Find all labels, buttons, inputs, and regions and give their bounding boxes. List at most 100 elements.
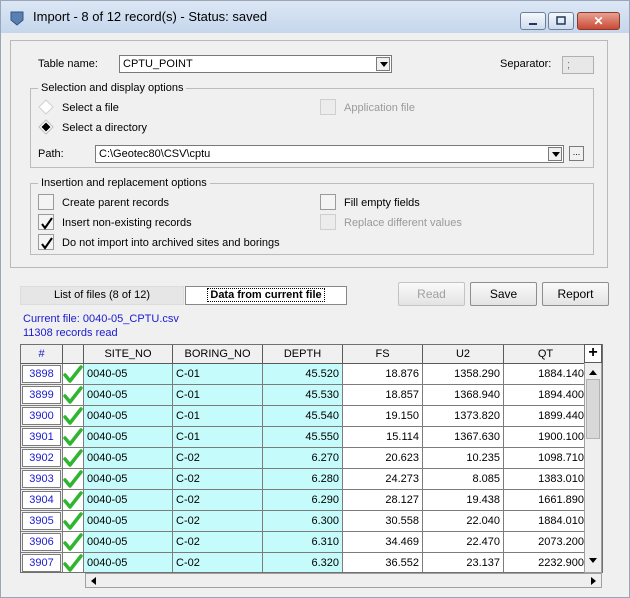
column-header-qt[interactable]: QT [504, 345, 588, 364]
cell-site[interactable]: 0040-05 [84, 469, 173, 490]
row-id-button[interactable]: 3898 [22, 365, 61, 383]
cell-depth[interactable]: 45.520 [263, 364, 343, 385]
column-header-depth[interactable]: DEPTH [263, 345, 343, 364]
cell-boring[interactable]: C-01 [173, 406, 263, 427]
cell-qt[interactable]: 1894.400 [504, 385, 588, 406]
grid-vertical-scrollbar[interactable] [584, 344, 602, 573]
cell-boring[interactable]: C-02 [173, 532, 263, 553]
cell-fs[interactable]: 19.150 [343, 406, 423, 427]
minimize-button[interactable] [520, 12, 546, 30]
cell-u2[interactable]: 8.085 [423, 469, 504, 490]
table-name-combo[interactable]: CPTU_POINT [119, 55, 392, 73]
select-file-radio[interactable] [38, 99, 54, 115]
path-dropdown-button[interactable] [548, 147, 562, 161]
row-id-cell[interactable]: 3906 [21, 532, 63, 553]
maximize-button[interactable] [548, 12, 574, 30]
cell-fs[interactable]: 30.558 [343, 511, 423, 532]
cell-boring[interactable]: C-01 [173, 364, 263, 385]
column-header-u2[interactable]: U2 [423, 345, 504, 364]
table-row[interactable]: 3905 0040-05 C-02 6.300 30.558 22.040 1884.010 [21, 511, 588, 532]
cell-depth[interactable]: 45.550 [263, 427, 343, 448]
scroll-right-icon[interactable] [590, 576, 598, 586]
cell-fs[interactable]: 15.114 [343, 427, 423, 448]
replace-different-checkbox[interactable] [320, 214, 336, 230]
read-button[interactable]: Read [398, 282, 465, 306]
table-row[interactable]: 3906 0040-05 C-02 6.310 34.469 22.470 2073.200 [21, 532, 588, 553]
row-id-button[interactable]: 3903 [22, 470, 61, 488]
cell-depth[interactable]: 6.310 [263, 532, 343, 553]
cell-fs[interactable]: 28.127 [343, 490, 423, 511]
cell-qt[interactable]: 1899.440 [504, 406, 588, 427]
cell-qt[interactable]: 1661.890 [504, 490, 588, 511]
column-header-site-no[interactable]: SITE_NO [84, 345, 173, 364]
vertical-scroll-thumb[interactable] [586, 379, 600, 439]
cell-fs[interactable]: 36.552 [343, 553, 423, 572]
cell-depth[interactable]: 6.270 [263, 448, 343, 469]
cell-boring[interactable]: C-02 [173, 490, 263, 511]
scroll-down-icon[interactable] [588, 557, 598, 565]
table-row[interactable]: 3899 0040-05 C-01 45.530 18.857 1368.940 1894.… [21, 385, 588, 406]
cell-depth[interactable]: 45.530 [263, 385, 343, 406]
cell-site[interactable]: 0040-05 [84, 385, 173, 406]
row-id-cell[interactable]: 3900 [21, 406, 63, 427]
row-id-cell[interactable]: 3899 [21, 385, 63, 406]
cell-boring[interactable]: C-01 [173, 385, 263, 406]
fill-empty-checkbox[interactable] [320, 194, 336, 210]
save-button[interactable]: Save [470, 282, 537, 306]
cell-u2[interactable]: 10.235 [423, 448, 504, 469]
cell-qt[interactable]: 2073.200 [504, 532, 588, 553]
row-id-cell[interactable]: 3901 [21, 427, 63, 448]
cell-boring[interactable]: C-02 [173, 448, 263, 469]
cell-u2[interactable]: 1368.940 [423, 385, 504, 406]
row-id-cell[interactable]: 3907 [21, 553, 63, 572]
report-button[interactable]: Report [542, 282, 609, 306]
cell-site[interactable]: 0040-05 [84, 364, 173, 385]
cell-u2[interactable]: 22.040 [423, 511, 504, 532]
create-parent-checkbox[interactable] [38, 194, 54, 210]
row-id-button[interactable]: 3905 [22, 512, 61, 530]
cell-u2[interactable]: 1373.820 [423, 406, 504, 427]
cell-boring[interactable]: C-02 [173, 469, 263, 490]
cell-site[interactable]: 0040-05 [84, 532, 173, 553]
column-header-fs[interactable]: FS [343, 345, 423, 364]
cell-fs[interactable]: 18.857 [343, 385, 423, 406]
grid-horizontal-scrollbar[interactable] [85, 573, 602, 588]
cell-u2[interactable]: 22.470 [423, 532, 504, 553]
column-header-status[interactable] [63, 345, 84, 364]
cell-qt[interactable]: 2232.900 [504, 553, 588, 572]
table-row[interactable]: 3900 0040-05 C-01 45.540 19.150 1373.820 1899.… [21, 406, 588, 427]
cell-u2[interactable]: 19.438 [423, 490, 504, 511]
row-id-button[interactable]: 3901 [22, 428, 61, 446]
row-id-button[interactable]: 3899 [22, 386, 61, 404]
cell-depth[interactable]: 6.280 [263, 469, 343, 490]
column-header-id[interactable]: # [21, 345, 63, 364]
table-row[interactable]: 3898 0040-05 C-01 45.520 18.876 1358.290 1884.… [21, 364, 588, 385]
cell-depth[interactable]: 6.300 [263, 511, 343, 532]
tab-list-of-files[interactable]: List of files (8 of 12) [20, 286, 184, 305]
browse-button[interactable]: ... [569, 146, 584, 161]
cell-depth[interactable]: 6.290 [263, 490, 343, 511]
cell-qt[interactable]: 1900.100 [504, 427, 588, 448]
cell-u2[interactable]: 23.137 [423, 553, 504, 572]
cell-site[interactable]: 0040-05 [84, 511, 173, 532]
no-archived-checkbox[interactable] [38, 234, 54, 250]
cell-qt[interactable]: 1884.010 [504, 511, 588, 532]
cell-qt[interactable]: 1383.010 [504, 469, 588, 490]
table-row[interactable]: 3904 0040-05 C-02 6.290 28.127 19.438 1661.890 [21, 490, 588, 511]
cell-boring[interactable]: C-01 [173, 427, 263, 448]
row-id-cell[interactable]: 3905 [21, 511, 63, 532]
table-row[interactable]: 3902 0040-05 C-02 6.270 20.623 10.235 1098.710 [21, 448, 588, 469]
cell-site[interactable]: 0040-05 [84, 490, 173, 511]
cell-qt[interactable]: 1884.140 [504, 364, 588, 385]
row-id-button[interactable]: 3904 [22, 491, 61, 509]
cell-site[interactable]: 0040-05 [84, 553, 173, 572]
cell-fs[interactable]: 18.876 [343, 364, 423, 385]
row-id-cell[interactable]: 3904 [21, 490, 63, 511]
path-combo[interactable]: C:\Geotec80\CSV\cptu [95, 145, 564, 163]
select-directory-radio[interactable] [38, 119, 54, 135]
table-row[interactable]: 3907 0040-05 C-02 6.320 36.552 23.137 2232.900 [21, 553, 588, 572]
scroll-left-icon[interactable] [89, 576, 97, 586]
column-header-boring-no[interactable]: BORING_NO [173, 345, 263, 364]
cell-site[interactable]: 0040-05 [84, 448, 173, 469]
cell-boring[interactable]: C-02 [173, 553, 263, 572]
